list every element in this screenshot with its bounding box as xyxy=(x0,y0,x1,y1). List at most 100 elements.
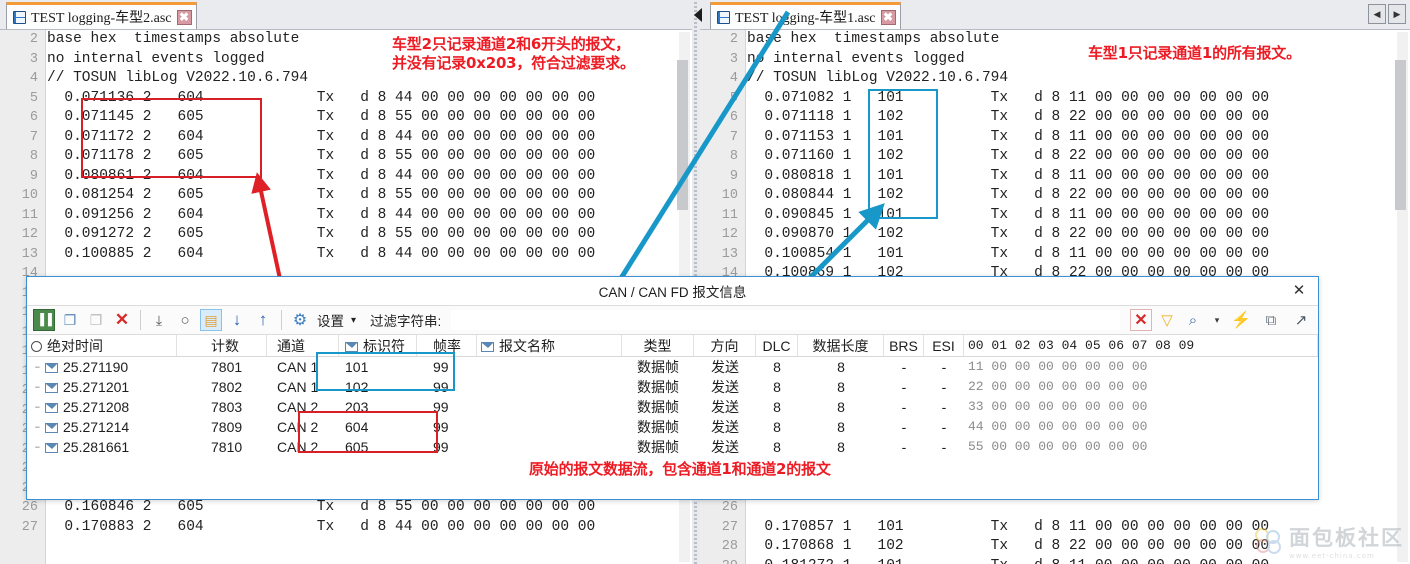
table-row[interactable]: ╶ 25.271201 7802 CAN 1 102 99 数据帧 发送 8 8 - - 22 00 0… xyxy=(27,377,1318,397)
cell-frame-rate: 99 xyxy=(433,399,449,415)
line-number: 7 xyxy=(729,129,738,145)
cell-type: 数据帧 xyxy=(637,439,679,455)
copy-button[interactable]: ❐ xyxy=(59,309,81,331)
code-line: 0.160846 2 605 Tx d 8 55 00 00 00 00 00 … xyxy=(47,499,596,515)
cell-channel: CAN 1 xyxy=(277,359,319,375)
line-number: 11 xyxy=(21,207,38,223)
cell-identifier: 102 xyxy=(345,379,369,395)
save-disabled-icon[interactable]: ⧉ xyxy=(1260,309,1282,331)
col-header-brs[interactable]: BRS xyxy=(884,335,924,356)
cell-abs-time: ╶ 25.271214 xyxy=(31,419,130,435)
cell-count: 7810 xyxy=(211,439,243,455)
annotation-right-top: 车型1只记录通道1的所有报文。 xyxy=(1088,44,1301,62)
code-line: 0.080861 2 604 Tx d 8 44 00 00 00 00 00 … xyxy=(47,167,596,184)
left-tabstrip: TEST logging-车型2.asc ✖ xyxy=(0,0,692,30)
line-number: 26 xyxy=(21,500,38,515)
line-number: 9 xyxy=(29,168,38,184)
gear-icon[interactable]: ⚙ xyxy=(289,309,311,331)
save-disk-icon xyxy=(13,10,26,24)
col-header-message-name[interactable]: 报文名称 xyxy=(477,335,622,356)
cell-brs: - xyxy=(901,439,907,455)
cell-identifier: 604 xyxy=(345,419,369,435)
popout-icon[interactable]: ↗ xyxy=(1290,309,1312,331)
table-row[interactable]: ╶ 25.271208 7803 CAN 2 203 99 数据帧 发送 8 8 - - 33 00 0… xyxy=(27,397,1318,417)
grid-body[interactable]: ╶ 25.271190 7801 CAN 1 101 99 数据帧 发送 8 8- -11 00 0… xyxy=(27,357,1318,457)
col-header-identifier[interactable]: 标识符 xyxy=(339,335,417,356)
col-header-data-length[interactable]: 数据长度 xyxy=(798,335,884,356)
col-header-data-bytes[interactable]: 00 01 02 03 04 05 06 07 08 09 xyxy=(964,335,1318,356)
search-icon[interactable]: ⌕ xyxy=(1182,309,1204,331)
close-icon[interactable]: ✖ xyxy=(880,9,896,25)
col-header-abs-time[interactable]: 绝对时间 xyxy=(27,335,177,356)
col-header-channel[interactable]: 通道 xyxy=(267,335,339,356)
col-header-type[interactable]: 类型 xyxy=(622,335,694,356)
cell-abs-time: ╶ 25.271208 xyxy=(31,399,130,415)
dialog-close-icon[interactable]: ✕ xyxy=(1290,282,1308,300)
cell-count: 7803 xyxy=(211,399,243,415)
clock-icon-button[interactable]: ○ xyxy=(174,309,196,331)
move-up-button[interactable]: ↑ xyxy=(252,309,274,331)
lightning-icon[interactable]: ⚡ xyxy=(1230,309,1252,331)
table-row[interactable]: ╶ 25.271214 7809 CAN 2 604 99 数据帧 发送 8 8 - - 44 00 0… xyxy=(27,417,1318,437)
line-number: 12 xyxy=(21,227,38,242)
cell-brs: - xyxy=(901,359,907,375)
pane-collapse-arrow-icon[interactable] xyxy=(694,8,702,22)
cell-identifier: 101 xyxy=(345,359,369,375)
window-mode-button[interactable]: ▤ xyxy=(200,309,222,331)
code-line: 0.071172 2 604 Tx d 8 44 00 00 00 00 00 … xyxy=(47,128,596,145)
envelope-icon xyxy=(481,342,494,352)
annotation-dialog-bottom: 原始的报文数据流，包含通道1和通道2的报文 xyxy=(529,460,831,478)
cell-frame-rate: 99 xyxy=(433,379,449,395)
cell-count: 7801 xyxy=(211,359,243,375)
right-vscroll-thumb[interactable] xyxy=(1395,60,1406,210)
filter-input[interactable] xyxy=(451,310,1120,330)
copy-all-button[interactable]: ❐ xyxy=(85,309,107,331)
code-line: 0.090870 1 102 Tx d 8 22 00 00 00 00 00 … xyxy=(747,226,1270,242)
dialog-title: CAN / CAN FD 报文信息 xyxy=(598,285,747,300)
code-line: 0.080818 1 101 Tx d 8 11 00 00 00 00 00 … xyxy=(747,167,1270,184)
pause-button[interactable]: ▐▐ xyxy=(33,309,55,331)
code-line: 0.091256 2 604 Tx d 8 44 00 00 00 00 00 … xyxy=(47,206,596,223)
col-header-frame-rate[interactable]: 帧率 xyxy=(417,335,477,356)
col-header-esi[interactable]: ESI xyxy=(924,335,964,356)
tab-test-logging-chexing2[interactable]: TEST logging-车型2.asc ✖ xyxy=(6,2,197,29)
annotation-left-top-line2: 并没有记录0x203，符合过滤要求。 xyxy=(392,54,635,72)
scroll-to-bottom-button[interactable]: ⤓ xyxy=(148,309,170,331)
tab-prev-button[interactable]: ◀ xyxy=(1368,4,1386,24)
tab-next-button[interactable]: ▶ xyxy=(1388,4,1406,24)
col-header-dlc[interactable]: DLC xyxy=(756,335,798,356)
line-number: 4 xyxy=(729,71,738,86)
cell-data-length: 8 xyxy=(837,399,845,415)
cell-type: 数据帧 xyxy=(637,379,679,395)
line-number: 29 xyxy=(700,557,745,564)
col-header-count[interactable]: 计数 xyxy=(177,335,267,356)
cell-count: 7802 xyxy=(211,379,243,395)
cell-dlc: 8 xyxy=(773,419,781,435)
left-vscroll-thumb[interactable] xyxy=(677,60,688,210)
line-number: 3 xyxy=(29,51,38,67)
tab-test-logging-chexing1[interactable]: TEST logging-车型1.asc ✖ xyxy=(710,2,901,29)
filter-clear-button[interactable]: ✕ xyxy=(1130,309,1152,331)
cell-data-bytes: 55 00 00 00 00 00 00 00 xyxy=(968,439,1148,454)
close-icon[interactable]: ✖ xyxy=(176,9,192,25)
table-row[interactable]: ╶ 25.281661 7810 CAN 2 605 99 数据帧 发送 8 8 - - 55 00 0… xyxy=(27,437,1318,457)
clear-button[interactable]: ✕ xyxy=(111,309,133,331)
toolbar-right-group: ⌕ ▾ ⚡ ⧉ ↗ xyxy=(1182,309,1312,331)
chevron-down-icon[interactable]: ▾ xyxy=(351,315,356,326)
table-row[interactable]: ╶ 25.271190 7801 CAN 1 101 99 数据帧 发送 8 8 - - 11 00 0… xyxy=(27,357,1318,377)
line-number: 13 xyxy=(721,246,738,262)
move-down-button[interactable]: ↓ xyxy=(226,309,248,331)
clock-icon xyxy=(31,341,42,352)
line-number: 5 xyxy=(29,90,38,106)
tab-label: TEST logging-车型1.asc xyxy=(735,11,876,26)
line-number: 10 xyxy=(21,188,38,203)
line-number: 27 xyxy=(721,519,738,535)
col-header-direction[interactable]: 方向 xyxy=(694,335,756,356)
code-line: 0.071153 1 101 Tx d 8 11 00 00 00 00 00 … xyxy=(747,128,1270,145)
right-vscrollbar[interactable] xyxy=(1395,32,1408,562)
search-chevron-down-icon[interactable]: ▾ xyxy=(1212,309,1222,331)
cell-channel: CAN 2 xyxy=(277,399,319,415)
funnel-icon[interactable]: ▽ xyxy=(1156,309,1178,331)
envelope-icon xyxy=(45,403,58,413)
settings-label[interactable]: 设置 xyxy=(317,310,344,330)
